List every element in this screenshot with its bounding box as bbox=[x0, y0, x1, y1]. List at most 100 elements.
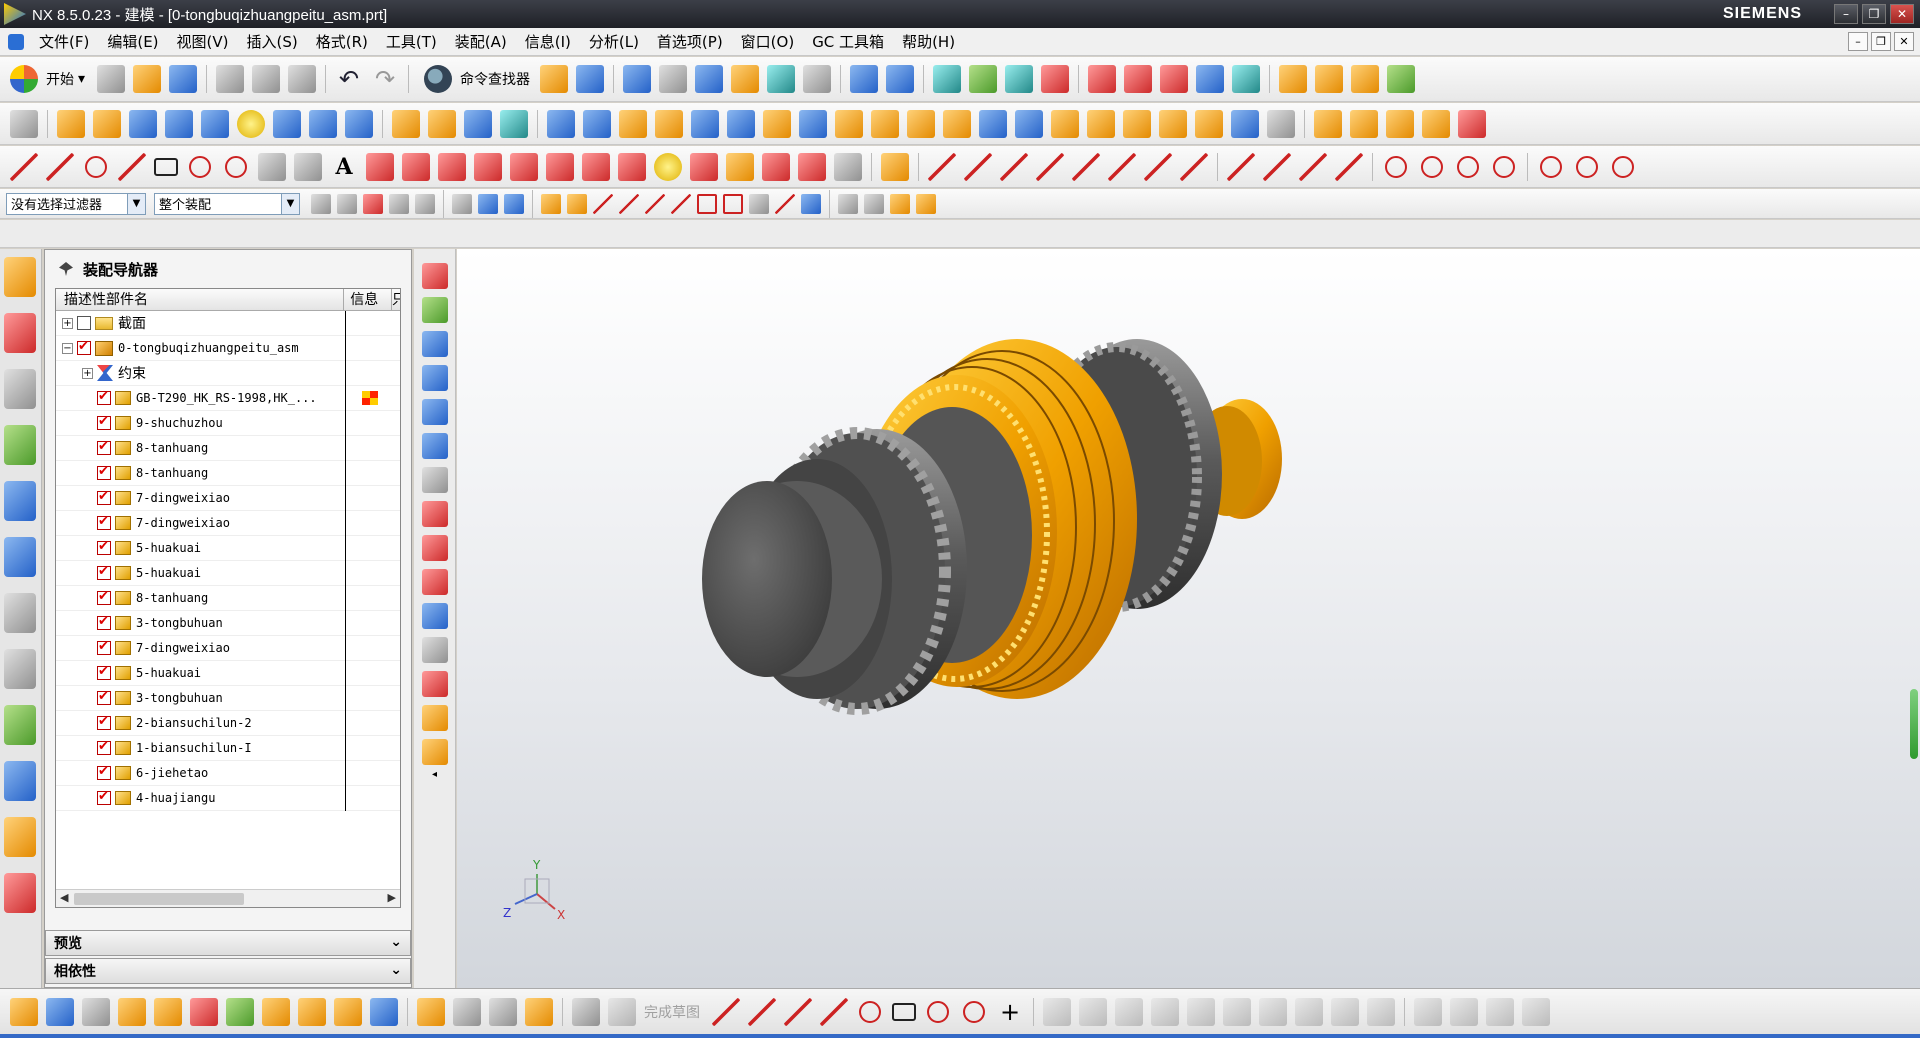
tree-row[interactable]: 9-shuchuzhou bbox=[56, 410, 400, 436]
tree-row[interactable]: 7-dingweixiao bbox=[56, 485, 400, 511]
visibility-checkbox[interactable] bbox=[97, 739, 111, 755]
select-whole-assembly-icon[interactable] bbox=[504, 193, 524, 214]
sew-icon[interactable] bbox=[421, 705, 448, 731]
groove-icon[interactable] bbox=[1159, 109, 1187, 138]
sketch-project-icon[interactable] bbox=[1223, 997, 1251, 1026]
visibility-checkbox[interactable] bbox=[97, 464, 111, 480]
studio-spline-icon[interactable] bbox=[118, 152, 146, 181]
select-body-icon[interactable] bbox=[415, 193, 435, 214]
analysis-distance-icon[interactable] bbox=[1088, 65, 1117, 93]
system-scene-tab-icon[interactable] bbox=[4, 873, 36, 913]
extension-surface-icon[interactable] bbox=[421, 603, 448, 629]
tree-row[interactable]: 7-dingweixiao bbox=[56, 635, 400, 661]
tree-row[interactable]: 5-huakuai bbox=[56, 660, 400, 686]
n-sided-surface-icon[interactable] bbox=[421, 501, 448, 527]
snap-center-icon[interactable] bbox=[697, 193, 717, 214]
orient-view-icon[interactable] bbox=[695, 65, 724, 93]
menu-tools[interactable]: 工具(T) bbox=[377, 31, 446, 52]
info-warning-icon[interactable] bbox=[362, 391, 378, 405]
sketch-arc-icon[interactable] bbox=[784, 997, 812, 1026]
make-corner-icon[interactable] bbox=[1299, 152, 1327, 181]
type-filter-select[interactable]: 没有选择过滤器 ▼ bbox=[6, 192, 146, 215]
edit-wave-icon[interactable] bbox=[1144, 152, 1172, 181]
unite-icon[interactable] bbox=[547, 109, 575, 138]
sketch-dimension-icon[interactable] bbox=[1414, 997, 1442, 1026]
select-edge-icon[interactable] bbox=[389, 193, 409, 214]
visibility-checkbox[interactable] bbox=[97, 414, 111, 430]
scrollbar-thumb[interactable] bbox=[74, 893, 244, 905]
snap-on-curve-icon[interactable] bbox=[775, 193, 795, 214]
curve-analysis-icon[interactable] bbox=[1351, 65, 1380, 93]
document-icon[interactable] bbox=[8, 33, 24, 50]
chevron-down-icon[interactable]: ⌄ bbox=[390, 934, 402, 950]
move-to-layer-icon[interactable] bbox=[1041, 65, 1070, 93]
add-component-icon[interactable] bbox=[118, 997, 146, 1026]
copy-icon[interactable] bbox=[252, 65, 281, 93]
open-folder-icon[interactable] bbox=[133, 65, 162, 93]
collapse-icon[interactable]: − bbox=[62, 342, 73, 354]
clearance-analysis-icon[interactable] bbox=[525, 997, 553, 1026]
trim-body-icon[interactable] bbox=[871, 109, 899, 138]
part-navigator-tab-icon[interactable] bbox=[4, 369, 36, 409]
combined-curve-icon[interactable] bbox=[474, 152, 502, 181]
mirror-assembly-icon[interactable] bbox=[262, 997, 290, 1026]
chevron-down-icon[interactable]: ◂ bbox=[432, 769, 437, 780]
chamfer-curve-icon[interactable] bbox=[1263, 152, 1291, 181]
selection-scope-select[interactable]: 整个装配 ▼ bbox=[154, 192, 300, 215]
snap-perpendicular-icon[interactable] bbox=[671, 193, 691, 214]
sketch-offset-icon[interactable] bbox=[1115, 997, 1143, 1026]
assembly-navigator-tab-icon[interactable] bbox=[4, 257, 36, 297]
tree-row[interactable]: 8-tanhuang bbox=[56, 585, 400, 611]
minimize-button[interactable]: – bbox=[1834, 4, 1858, 24]
circle-diameter-icon[interactable] bbox=[1576, 155, 1598, 178]
create-new-component-icon[interactable] bbox=[154, 997, 182, 1026]
curve-length-icon[interactable] bbox=[834, 152, 862, 181]
cylinder-icon[interactable] bbox=[165, 109, 193, 138]
profile-icon[interactable] bbox=[712, 997, 740, 1026]
tree-row[interactable]: 4-huajiangu bbox=[56, 785, 400, 811]
roles-tab-icon[interactable] bbox=[4, 817, 36, 857]
command-finder-button[interactable]: 命令查找器 bbox=[420, 65, 530, 93]
background-icon[interactable] bbox=[803, 65, 832, 93]
curve-on-surface-icon[interactable] bbox=[690, 152, 718, 181]
chamfer-icon[interactable] bbox=[691, 109, 719, 138]
web-browser-tab-icon[interactable] bbox=[4, 481, 36, 521]
point-icon[interactable] bbox=[500, 109, 528, 138]
sketch-circle-icon[interactable] bbox=[859, 1000, 881, 1023]
tree-row[interactable]: + 截面 bbox=[56, 310, 400, 336]
select-component-icon[interactable] bbox=[478, 193, 498, 214]
snap-quadrant-icon[interactable] bbox=[723, 193, 743, 214]
stretch-icon[interactable] bbox=[1335, 152, 1363, 181]
finish-sketch-button[interactable]: 完成草图 bbox=[604, 997, 700, 1026]
datum-plane-icon[interactable] bbox=[392, 109, 420, 138]
wcs-orient-icon[interactable] bbox=[886, 65, 915, 93]
manufacturing-wizard-tab-icon[interactable] bbox=[4, 761, 36, 801]
law-curve-icon[interactable] bbox=[294, 152, 322, 181]
doc-minimize-button[interactable]: – bbox=[1848, 32, 1868, 51]
synchronizer-assembly-model[interactable]: Y X Z bbox=[457, 249, 1920, 988]
sketch-point-icon[interactable]: + bbox=[996, 998, 1024, 1026]
mirror-icon[interactable] bbox=[835, 109, 863, 138]
dynamic-csys-icon[interactable] bbox=[864, 193, 884, 214]
rectangle-icon[interactable] bbox=[154, 157, 178, 176]
assembly-move-icon[interactable] bbox=[1422, 109, 1450, 138]
emboss-icon[interactable] bbox=[1051, 109, 1079, 138]
assembly-cut-icon[interactable] bbox=[46, 997, 74, 1026]
assembly-add-icon[interactable] bbox=[1314, 109, 1342, 138]
offset-surface-icon[interactable] bbox=[421, 671, 448, 697]
rib-icon[interactable] bbox=[1231, 109, 1259, 138]
measure-length-icon[interactable] bbox=[1160, 65, 1189, 93]
expand-icon[interactable]: + bbox=[62, 317, 73, 329]
wcs-dynamics-icon[interactable] bbox=[850, 65, 879, 93]
doc-close-button[interactable]: ✕ bbox=[1894, 32, 1914, 51]
visibility-checkbox[interactable] bbox=[97, 764, 111, 780]
associative-link-icon[interactable] bbox=[417, 997, 445, 1026]
visibility-checkbox[interactable] bbox=[77, 339, 91, 355]
edit-spline-icon[interactable] bbox=[1108, 152, 1136, 181]
polygon-icon[interactable] bbox=[189, 155, 211, 178]
extrude-icon[interactable] bbox=[57, 109, 85, 138]
extract-curve-icon[interactable] bbox=[582, 152, 610, 181]
section-curve-icon[interactable] bbox=[546, 152, 574, 181]
through-curve-mesh-icon[interactable] bbox=[421, 297, 448, 323]
selection-options-icon[interactable] bbox=[576, 65, 605, 93]
